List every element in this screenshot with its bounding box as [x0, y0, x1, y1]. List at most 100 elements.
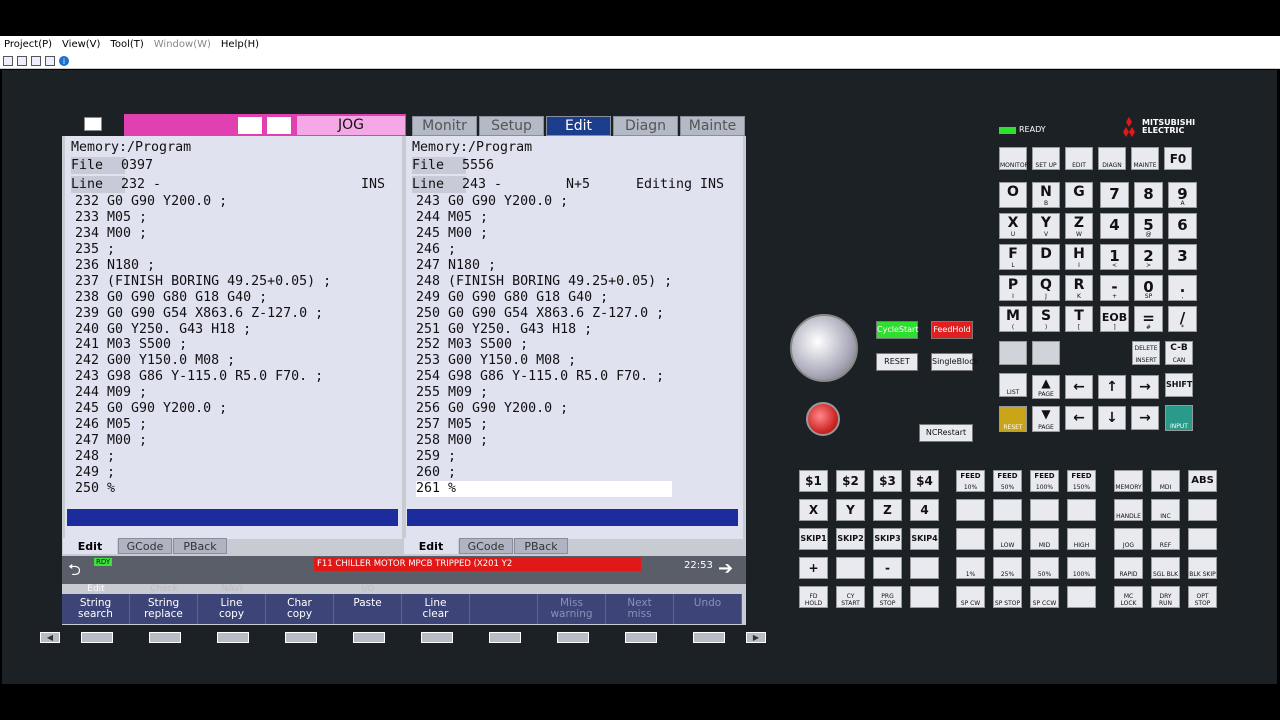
menu-view[interactable]: View(V): [62, 39, 100, 50]
key-right-arrow[interactable]: →: [1131, 406, 1159, 430]
key-g[interactable]: G: [1065, 182, 1093, 208]
key-num-11[interactable]: .,: [1168, 275, 1197, 301]
soft-button-3[interactable]: [217, 632, 249, 643]
fkey-3[interactable]: Line copy: [198, 594, 266, 624]
key-feed-150-[interactable]: FEED 150%: [1067, 470, 1096, 492]
right-code-line[interactable]: 255 M09 ;: [416, 385, 672, 401]
left-code-line[interactable]: 238 G0 G90 G80 G18 G40 ;: [75, 290, 331, 306]
key-mc-lock[interactable]: MC LOCK: [1114, 586, 1143, 608]
jog-axis-key-2[interactable]: [993, 499, 1022, 521]
key-page-down[interactable]: ▼ PAGE: [1032, 406, 1060, 432]
func-key-set-up[interactable]: SET UP: [1032, 147, 1060, 170]
key-cb-can[interactable]: C-B CAN: [1165, 341, 1193, 365]
left-code-line[interactable]: 240 G0 Y250. G43 H18 ;: [75, 322, 331, 338]
single-block-button[interactable]: SingleBlock: [931, 353, 978, 371]
reset-button[interactable]: RESET: [876, 353, 918, 371]
key-sp-cw[interactable]: SP CW: [956, 586, 985, 608]
emergency-stop-button[interactable]: [806, 402, 840, 436]
key-num-0[interactable]: 7: [1100, 182, 1129, 208]
fkey-6[interactable]: Line clear: [402, 594, 470, 624]
soft-right-arrow-icon[interactable]: ▶: [746, 632, 766, 643]
soft-left-arrow-icon[interactable]: ◀: [40, 632, 60, 643]
left-code-line[interactable]: 243 G98 G86 Y-115.0 R5.0 F70. ;: [75, 369, 331, 385]
macro-key-12[interactable]: +: [799, 557, 828, 579]
right-code-line[interactable]: 258 M00 ;: [416, 433, 672, 449]
key-x[interactable]: XU: [999, 213, 1027, 239]
key-fd-hold[interactable]: FD HOLD: [799, 586, 828, 608]
soft-button-8[interactable]: [557, 632, 589, 643]
tab-monitr[interactable]: Monitr: [412, 116, 477, 136]
right-edit-pane[interactable]: Memory:/Program File 5556 Line 243 - N+5…: [406, 136, 743, 539]
macro-key-1[interactable]: $2: [836, 470, 865, 492]
key-blk-skip[interactable]: BLK SKIP: [1188, 557, 1217, 579]
key-ref[interactable]: REF: [1151, 528, 1180, 550]
key-r[interactable]: RK: [1065, 275, 1093, 301]
key-reset[interactable]: RESET: [999, 406, 1027, 432]
macro-key-4[interactable]: X: [799, 499, 828, 521]
key-feed-50-[interactable]: FEED 50%: [993, 470, 1022, 492]
key-jog[interactable]: JOG: [1114, 528, 1143, 550]
jog-axis-key-3[interactable]: [1030, 499, 1059, 521]
key-num-6[interactable]: 1 <: [1100, 244, 1129, 270]
macro-key-15[interactable]: [910, 557, 939, 579]
macro-key-8[interactable]: SKIP1: [799, 528, 828, 550]
key-num-4[interactable]: 5 @: [1134, 213, 1163, 239]
macro-key-blank[interactable]: [910, 586, 939, 608]
func-key-mainte[interactable]: MAINTE: [1131, 147, 1159, 170]
key-num-2[interactable]: 9A: [1168, 182, 1197, 208]
fkey-5[interactable]: Paste: [334, 594, 402, 624]
right-code-line[interactable]: 252 M03 S500 ;: [416, 337, 672, 353]
right-tab-gcode[interactable]: GCode: [459, 538, 513, 554]
key-dry-run[interactable]: DRY RUN: [1151, 586, 1180, 608]
jog-axis-key-1[interactable]: [956, 499, 985, 521]
macro-key-14[interactable]: -: [873, 557, 902, 579]
menu-tool[interactable]: Tool(T): [110, 39, 143, 50]
soft-button-5[interactable]: [353, 632, 385, 643]
right-code-line[interactable]: 259 ;: [416, 449, 672, 465]
left-code-line[interactable]: 245 G0 G90 Y200.0 ;: [75, 401, 331, 417]
left-tab-edit[interactable]: Edit: [63, 538, 117, 554]
key-rapid-25[interactable]: 25%: [993, 557, 1022, 579]
key-opt-stop[interactable]: OPT STOP: [1188, 586, 1217, 608]
right-code-line[interactable]: 254 G98 G86 Y-115.0 R5.0 F70. ;: [416, 369, 672, 385]
key-num-14[interactable]: / *: [1168, 306, 1197, 332]
right-program-code[interactable]: 243 G0 G90 Y200.0 ; 244 M05 ; 245 M00 ; 246…: [416, 194, 673, 497]
soft-button-4[interactable]: [285, 632, 317, 643]
soft-button-9[interactable]: [625, 632, 657, 643]
key-abs[interactable]: ABS: [1188, 470, 1217, 492]
right-code-line[interactable]: 257 M05 ;: [416, 417, 672, 433]
key-y[interactable]: YV: [1032, 213, 1060, 239]
key-num-9[interactable]: - +: [1100, 275, 1129, 301]
fkey-9[interactable]: Next miss: [606, 594, 674, 624]
feed-key-blank[interactable]: [1067, 586, 1096, 608]
soft-button-2[interactable]: [149, 632, 181, 643]
right-code-line[interactable]: 244 M05 ;: [416, 210, 672, 226]
key-prg-stop[interactable]: PRG STOP: [873, 586, 902, 608]
left-code-line[interactable]: 246 M05 ;: [75, 417, 331, 433]
tab-mainte[interactable]: Mainte: [680, 116, 745, 136]
key-delete-insert[interactable]: DELETE INSERT: [1132, 341, 1160, 365]
key-rapid-100[interactable]: 100%: [1067, 557, 1096, 579]
key-calc[interactable]: [999, 341, 1027, 365]
key-list[interactable]: LIST: [999, 373, 1027, 397]
new-file-icon[interactable]: [3, 55, 13, 66]
key-f[interactable]: FL: [999, 244, 1027, 270]
menu-help[interactable]: Help(H): [221, 39, 259, 50]
info-icon[interactable]: i: [59, 55, 69, 66]
right-code-line[interactable]: 249 G0 G90 G80 G18 G40 ;: [416, 290, 672, 306]
key-input[interactable]: INPUT: [1165, 405, 1193, 431]
key-shift[interactable]: SHIFT: [1165, 373, 1193, 397]
func-key-monitor[interactable]: MONITOR: [999, 147, 1029, 170]
cycle-start-button[interactable]: CycleStart: [876, 321, 918, 339]
macro-key-13[interactable]: [836, 557, 865, 579]
mode-key-blank-1[interactable]: [1188, 499, 1217, 521]
tab-diagn[interactable]: Diagn: [613, 116, 678, 136]
left-code-line[interactable]: 250 %: [75, 481, 331, 497]
fkey-10[interactable]: Undo: [674, 594, 742, 624]
key-page-up[interactable]: ▲ PAGE: [1032, 375, 1060, 399]
left-code-line[interactable]: 233 M05 ;: [75, 210, 331, 226]
next-arrow-icon[interactable]: ➔: [718, 560, 740, 579]
key-p[interactable]: PI: [999, 275, 1027, 301]
func-key-diagn[interactable]: DIAGN: [1098, 147, 1126, 170]
right-code-line[interactable]: 243 G0 G90 Y200.0 ;: [416, 194, 672, 210]
